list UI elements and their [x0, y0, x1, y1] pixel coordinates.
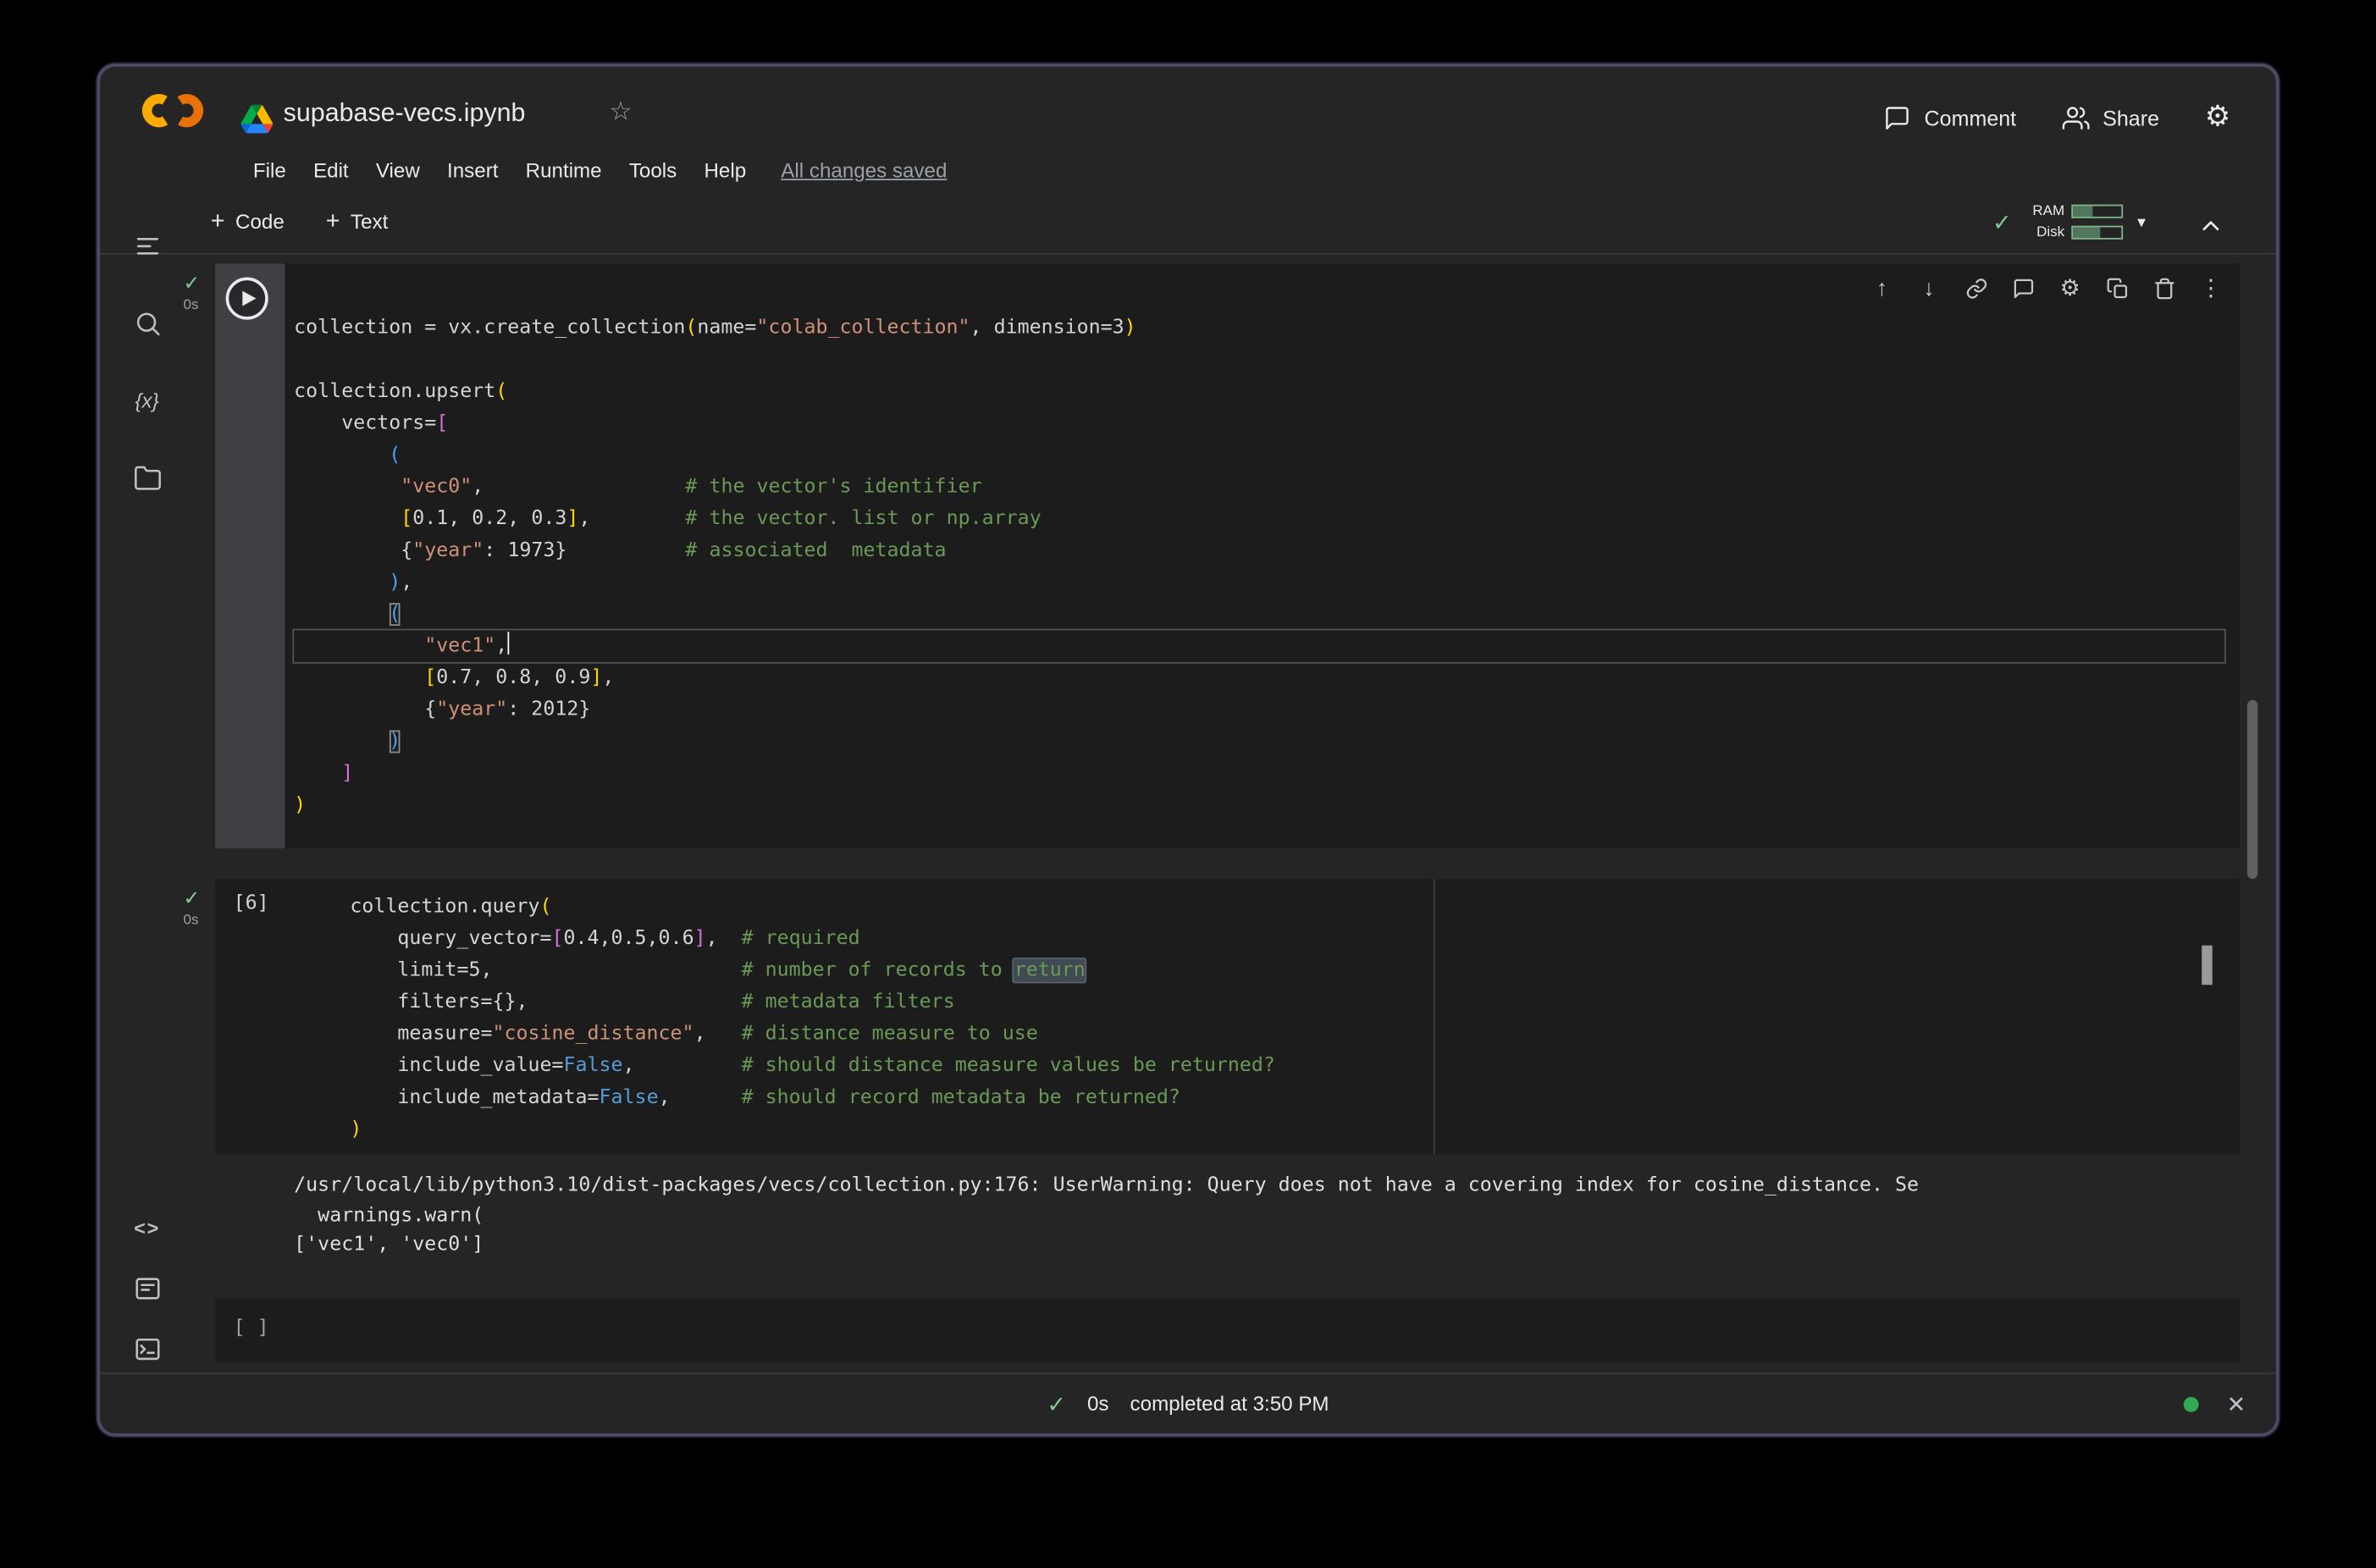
people-icon — [2062, 104, 2089, 131]
table-of-contents-icon[interactable] — [126, 224, 169, 267]
search-icon[interactable] — [126, 301, 169, 344]
header-actions: Comment Share ⚙ — [1883, 100, 2230, 135]
status-duration: 0s — [1087, 1393, 1109, 1416]
menu-runtime[interactable]: Runtime — [512, 158, 616, 181]
colab-window: supabase-vecs.ipynb ☆ Comment Share ⚙ Fi… — [97, 63, 2279, 1436]
chevron-down-icon[interactable]: ▾ — [2137, 213, 2146, 232]
output-line: /usr/local/lib/python3.10/dist-packages/… — [294, 1171, 2240, 1201]
menu-bar: FileEditViewInsertRuntimeToolsHelp All c… — [240, 152, 948, 188]
output-line: warnings.warn( — [294, 1201, 2240, 1230]
execution-prompt-empty: [ ] — [234, 1317, 269, 1339]
add-code-label: Code — [235, 211, 285, 234]
play-icon — [242, 291, 256, 306]
resources-indicator[interactable]: ✓ RAM Disk ▾ — [1992, 203, 2146, 241]
disk-gauge — [2072, 226, 2124, 240]
kernel-status-dot — [2184, 1396, 2199, 1411]
code-cell-2[interactable]: [6] collection.query( query_vector=[0.4,… — [215, 879, 2240, 1155]
cell-scrollbar-thumb[interactable] — [2202, 946, 2213, 986]
terminal-icon[interactable] — [126, 1328, 169, 1370]
sidebar-top: {x} — [126, 224, 169, 499]
execution-count: [6] — [234, 892, 269, 915]
add-text-button[interactable]: + Text — [326, 211, 389, 234]
code-cell-3-empty[interactable]: [ ] — [215, 1299, 2240, 1362]
desktop: supabase-vecs.ipynb ☆ Comment Share ⚙ Fi… — [0, 0, 2376, 1568]
menu-view[interactable]: View — [362, 158, 434, 181]
success-check-icon: ✓ — [1047, 1390, 1066, 1417]
share-label: Share — [2102, 105, 2159, 130]
code-editor[interactable]: collection.query( query_vector=[0.4,0.5,… — [350, 891, 2194, 1146]
notebook-title[interactable]: supabase-vecs.ipynb — [284, 98, 526, 129]
menu-edit[interactable]: Edit — [300, 158, 362, 181]
plus-icon: + — [211, 212, 225, 233]
resource-gauges: RAM Disk — [2025, 203, 2124, 241]
files-icon[interactable] — [126, 456, 169, 499]
comment-bubble-icon — [1883, 104, 1910, 131]
ram-gauge — [2072, 205, 2124, 218]
move-down-icon[interactable]: ↓ — [1915, 274, 1942, 301]
status-bar: ✓ 0s completed at 3:50 PM ✕ — [100, 1372, 2276, 1433]
add-code-button[interactable]: + Code — [211, 211, 285, 234]
code-cell-1[interactable]: ↑ ↓ ⚙ ⋮ collection = vx.create_collection(n… — [215, 263, 2240, 848]
menu-tools[interactable]: Tools — [616, 158, 691, 181]
code-editor[interactable]: collection = vx.create_collection(name="… — [294, 312, 2224, 821]
plus-icon: + — [326, 212, 340, 233]
settings-gear-icon[interactable]: ⚙ — [2205, 100, 2231, 135]
chevron-up-icon — [2197, 213, 2224, 240]
menu-file[interactable]: File — [240, 158, 300, 181]
cell-gutter — [215, 263, 285, 848]
notebook-toolbar: + Code + Text ✓ RAM Disk — [100, 197, 2276, 255]
menu-insert[interactable]: Insert — [434, 158, 512, 181]
connected-check-icon: ✓ — [1992, 208, 2012, 235]
close-icon[interactable]: ✕ — [2227, 1390, 2246, 1417]
status-message: completed at 3:50 PM — [1130, 1393, 1329, 1416]
move-up-icon[interactable]: ↑ — [1869, 274, 1896, 301]
cell-toolbar: ↑ ↓ ⚙ ⋮ — [1869, 268, 2225, 308]
mirror-cell-icon[interactable] — [2103, 274, 2130, 301]
variables-icon[interactable]: {x} — [126, 378, 169, 421]
comment-icon[interactable] — [2009, 274, 2036, 301]
delete-icon[interactable] — [2150, 274, 2177, 301]
command-palette-icon[interactable] — [126, 1267, 169, 1309]
cell-output: /usr/local/lib/python3.10/dist-packages/… — [294, 1171, 2240, 1260]
disk-label: Disk — [2025, 224, 2065, 241]
add-text-label: Text — [351, 211, 388, 234]
link-icon[interactable] — [1962, 274, 1989, 301]
output-line: ['vec1', 'vec0'] — [294, 1230, 2240, 1260]
star-icon[interactable]: ☆ — [609, 97, 632, 128]
google-drive-icon — [241, 104, 274, 141]
collapse-header-button[interactable] — [2197, 213, 2228, 243]
menu-help[interactable]: Help — [690, 158, 760, 181]
code-snippets-icon[interactable]: <> — [126, 1206, 169, 1248]
comment-button[interactable]: Comment — [1883, 104, 2016, 131]
settings-icon[interactable]: ⚙ — [2056, 274, 2083, 301]
more-icon[interactable]: ⋮ — [2197, 274, 2224, 301]
ram-label: RAM — [2025, 203, 2065, 220]
editor-divider — [1434, 879, 1435, 1155]
comment-label: Comment — [1925, 105, 2017, 130]
run-cell-button[interactable] — [226, 277, 268, 319]
share-button[interactable]: Share — [2062, 104, 2159, 131]
notebook-scrollbar-thumb[interactable] — [2247, 700, 2258, 879]
sidebar-bottom: <> — [126, 1206, 169, 1369]
colab-logo-icon[interactable] — [140, 91, 207, 133]
save-status[interactable]: All changes saved — [781, 158, 947, 181]
